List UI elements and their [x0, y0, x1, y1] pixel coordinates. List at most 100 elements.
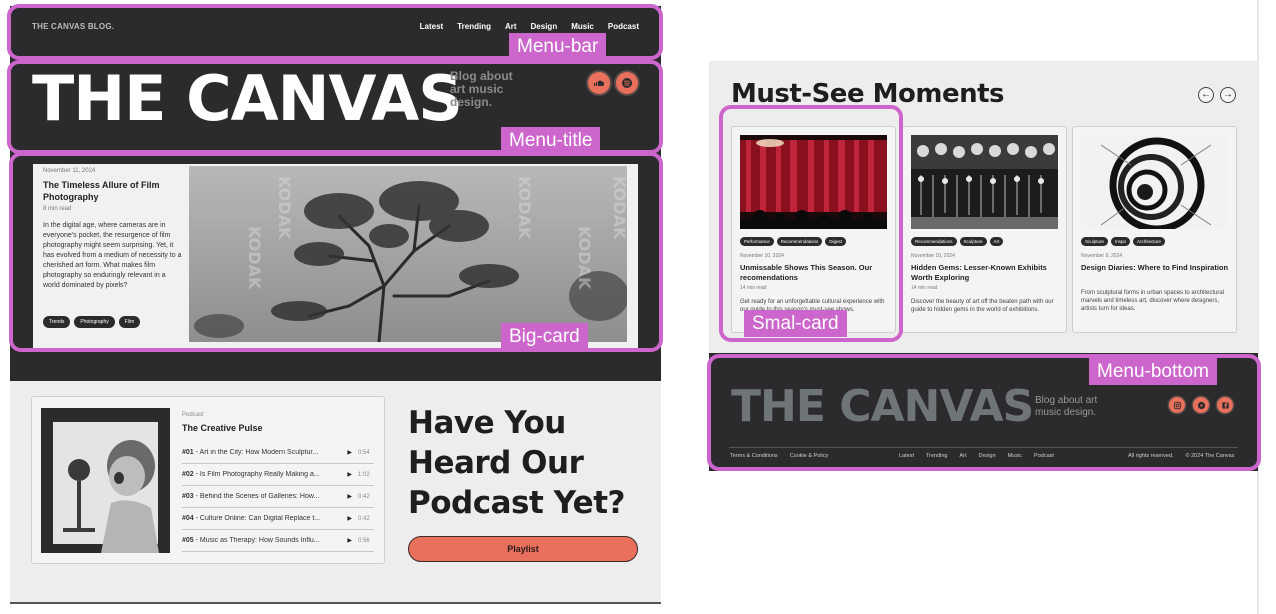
terms-link[interactable]: Terms & Conditions: [730, 453, 778, 459]
svg-text:KODAK: KODAK: [515, 176, 534, 240]
tag-list: Trends Photography Film: [43, 316, 141, 328]
episode-row[interactable]: #02 - Is Film Photography Really Making …: [182, 464, 374, 486]
nav-music[interactable]: Music: [571, 22, 594, 31]
episode-duration: 1:02: [358, 471, 370, 478]
play-icon[interactable]: ▶: [347, 493, 352, 500]
divider: [10, 602, 661, 604]
small-card[interactable]: Sculpture Inspo Architecture November 9,…: [1072, 126, 1237, 333]
episode-duration: 0:42: [358, 493, 370, 500]
tag-list: Sculpture Inspo Architecture: [1081, 237, 1166, 246]
svg-text:KODAK: KODAK: [610, 176, 627, 240]
episode-title: #01 - Art in the City: How Modern Sculpt…: [182, 449, 341, 456]
svg-text:KODAK: KODAK: [245, 226, 264, 290]
article-excerpt: Discover the beauty of art off the beate…: [911, 299, 1054, 313]
tag-list: Performance Recommendations Digest: [740, 237, 847, 246]
footer-nav: Latest Trending Art Design Music Podcast: [899, 453, 1054, 459]
menu-bottom-label: Menu-bottom: [1089, 358, 1217, 385]
episode-number: #01: [182, 449, 194, 456]
tag-chip[interactable]: Inspo: [1111, 237, 1131, 246]
nav-design[interactable]: Design: [531, 22, 558, 31]
nav-latest[interactable]: Latest: [420, 22, 444, 31]
episode-name: - Culture Online: Can Digital Replace t.…: [193, 515, 321, 522]
footer-nav-latest[interactable]: Latest: [899, 453, 914, 459]
footer-divider: [729, 447, 1238, 448]
tag-chip[interactable]: Digest: [825, 237, 847, 246]
article-title[interactable]: Design Diaries: Where to Find Inspiratio…: [1081, 263, 1231, 273]
podcast-section: Podcast The Creative Pulse #01 - Art in …: [10, 381, 661, 604]
podcast-cta-heading: Have You Heard Our Podcast Yet?: [408, 405, 626, 521]
tag-chip[interactable]: Sculpture: [959, 237, 987, 246]
episode-row[interactable]: #01 - Art in the City: How Modern Sculpt…: [182, 442, 374, 464]
sculpture-exhibit-photo: [911, 135, 1058, 229]
read-time: 14 min read: [740, 285, 767, 291]
theatre-curtain-photo: [740, 135, 887, 229]
episode-duration: 0:42: [358, 515, 370, 522]
tree-photo: KODAK KODAK KODAK KODAK KODAK: [189, 166, 627, 342]
episode-number: #03: [182, 493, 194, 500]
podcast-title: The Creative Pulse: [182, 423, 263, 433]
tag-chip[interactable]: Recommendations: [911, 237, 957, 246]
footer-nav-music[interactable]: Music: [1008, 453, 1022, 459]
episode-row[interactable]: #04 - Culture Online: Can Digital Replac…: [182, 508, 374, 530]
episode-number: #04: [182, 515, 194, 522]
small-card[interactable]: Recommendations Sculpture Art November 1…: [902, 126, 1067, 333]
cookie-policy-link[interactable]: Cookie & Policy: [790, 453, 829, 459]
tag-chip[interactable]: Photography: [74, 316, 115, 328]
footer-nav-art[interactable]: Art: [960, 453, 967, 459]
big-card-label: Big-card: [501, 323, 588, 350]
article-date: November 10, 2024: [740, 253, 784, 259]
play-icon[interactable]: ▶: [347, 449, 352, 456]
nav-art[interactable]: Art: [505, 22, 517, 31]
episode-duration: 0:56: [358, 537, 370, 544]
episode-number: #02: [182, 471, 194, 478]
soundcloud-icon[interactable]: [588, 72, 610, 94]
site-tagline: Blog about art music design.: [450, 69, 513, 109]
svg-text:KODAK: KODAK: [275, 176, 294, 240]
copyright-text: © 2024 The Canvas: [1185, 453, 1235, 459]
tag-chip[interactable]: Architecture: [1133, 237, 1166, 246]
facebook-icon[interactable]: [1217, 397, 1233, 413]
nav-trending[interactable]: Trending: [457, 22, 491, 31]
playlist-button[interactable]: Playlist: [408, 536, 638, 562]
legal-links: Terms & Conditions Cookie & Policy: [730, 453, 828, 459]
play-icon[interactable]: ▶: [347, 537, 352, 544]
article-title[interactable]: The Timeless Allure of Film Photography: [43, 179, 173, 203]
podcast-photo: [41, 408, 170, 553]
footer-nav-podcast[interactable]: Podcast: [1034, 453, 1054, 459]
tag-chip[interactable]: Trends: [43, 316, 71, 328]
brand-logo[interactable]: THE CANVAS BLOG.: [32, 22, 114, 31]
read-time: 14 min read: [911, 285, 938, 291]
episode-title: #04 - Culture Online: Can Digital Replac…: [182, 515, 341, 522]
tag-chip[interactable]: Sculpture: [1081, 237, 1109, 246]
episode-row[interactable]: #05 - Music as Therapy: How Sounds Influ…: [182, 530, 374, 552]
youtube-icon[interactable]: [1193, 397, 1209, 413]
article-title[interactable]: Unmissable Shows This Season. Our recome…: [740, 263, 890, 283]
svg-text:KODAK: KODAK: [575, 226, 594, 290]
podcast-card: Podcast The Creative Pulse #01 - Art in …: [31, 396, 385, 564]
episode-name: - Art in the City: How Modern Sculptur..…: [193, 449, 319, 456]
section-title: Must-See Moments: [731, 79, 1005, 109]
footer-nav-trending[interactable]: Trending: [926, 453, 948, 459]
episode-name: - Is Film Photography Really Making a...: [193, 471, 320, 478]
arrow-left-icon[interactable]: ←: [1198, 87, 1214, 103]
tag-chip[interactable]: Performance: [740, 237, 774, 246]
podcast-label: Podcast: [182, 412, 204, 418]
tag-chip[interactable]: Art: [989, 237, 1004, 246]
article-excerpt: From sculptural forms in urban spaces to…: [1081, 290, 1225, 312]
article-title[interactable]: Hidden Gems: Lesser-Known Exhibits Worth…: [911, 263, 1061, 283]
episode-row[interactable]: #03 - Behind the Scenes of Galleries: Ho…: [182, 486, 374, 508]
nav-podcast[interactable]: Podcast: [608, 22, 639, 31]
instagram-icon[interactable]: [1169, 397, 1185, 413]
episode-title: #03 - Behind the Scenes of Galleries: Ho…: [182, 493, 341, 500]
play-icon[interactable]: ▶: [347, 471, 352, 478]
spotify-icon[interactable]: [616, 72, 638, 94]
article-date: November 11, 2024: [43, 168, 96, 174]
article-date: November 9, 2024: [1081, 253, 1123, 259]
arrow-right-icon[interactable]: →: [1220, 87, 1236, 103]
play-icon[interactable]: ▶: [347, 515, 352, 522]
footer-nav-design[interactable]: Design: [979, 453, 996, 459]
tag-chip[interactable]: Film: [118, 316, 141, 328]
episode-name: - Music as Therapy: How Sounds Influ...: [193, 537, 320, 544]
tag-chip[interactable]: Recommendations: [776, 237, 823, 246]
small-card[interactable]: Performance Recommendations Digest Novem…: [731, 126, 896, 333]
